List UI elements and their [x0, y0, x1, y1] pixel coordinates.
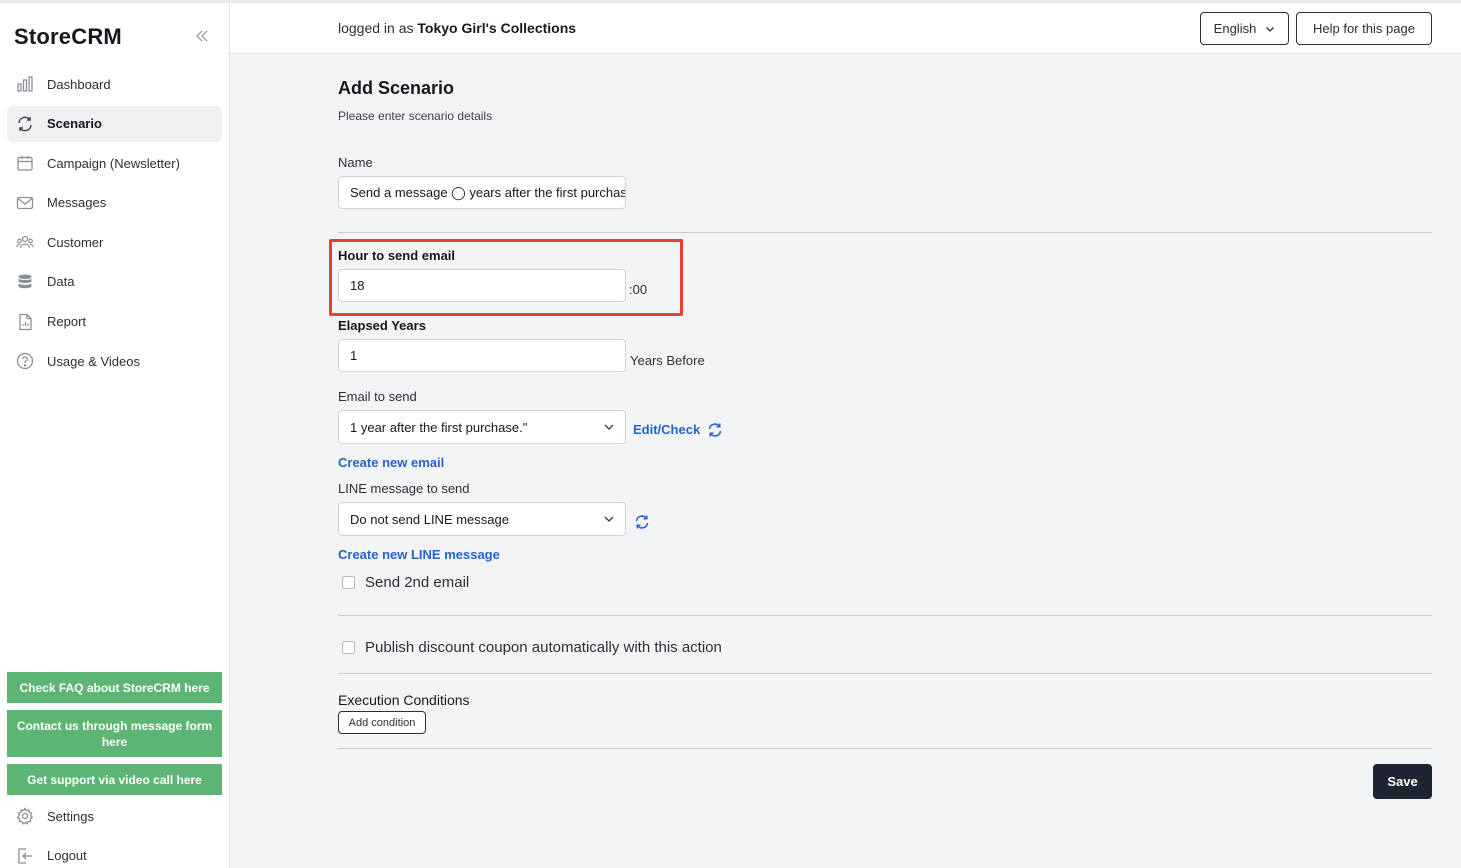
chevron-down-icon [603, 421, 615, 433]
create-line-link[interactable]: Create new LINE message [338, 547, 500, 562]
coupon-row[interactable]: Publish discount coupon automatically wi… [338, 639, 722, 656]
sidebar-item-customer[interactable]: Customer [7, 224, 222, 260]
sidebar-item-data[interactable]: Data [7, 264, 222, 300]
sidebar-item-dashboard[interactable]: Dashboard [7, 66, 222, 102]
sidebar-item-report[interactable]: Report [7, 304, 222, 340]
page-title: Add Scenario [338, 78, 455, 98]
coupon-label: Publish discount coupon automatically wi… [365, 639, 722, 656]
help-page-button[interactable]: Help for this page [1296, 12, 1432, 45]
mail-icon [15, 193, 35, 213]
sidebar-item-label: Campaign (Newsletter) [47, 155, 180, 171]
name-input[interactable]: Send a message ◯ years after the first p… [338, 176, 626, 209]
video-call-button[interactable]: Get support via video call here [7, 764, 222, 795]
bar-chart-icon [15, 74, 35, 94]
page-subtitle: Please enter scenario details [338, 109, 493, 123]
logout-icon [15, 846, 35, 866]
second-email-checkbox[interactable] [342, 576, 355, 589]
chevron-down-icon [603, 513, 615, 525]
sidebar-item-campaign[interactable]: Campaign (Newsletter) [7, 145, 222, 181]
gear-icon [15, 806, 35, 826]
logged-in-prefix: logged in as [338, 20, 414, 36]
report-icon [15, 312, 35, 332]
sidebar-item-label: Report [47, 314, 87, 330]
sidebar-item-settings[interactable]: Settings [7, 798, 222, 834]
sidebar-item-messages[interactable]: Messages [7, 185, 222, 221]
top-bar: logged in as Tokyo Girl's Collections En… [230, 0, 1461, 54]
divider [338, 232, 1432, 233]
refresh-icon[interactable] [707, 422, 723, 438]
divider [338, 615, 1432, 616]
language-label: English [1213, 21, 1257, 36]
sidebar-item-logout[interactable]: Logout [7, 838, 222, 868]
users-icon [15, 232, 35, 252]
divider [338, 748, 1432, 749]
years-suffix: Years Before [630, 353, 705, 368]
edit-check-link[interactable]: Edit/Check [633, 422, 700, 437]
sidebar-item-label: Settings [47, 808, 94, 824]
sidebar-item-scenario[interactable]: Scenario [7, 105, 222, 142]
chevron-down-icon [1265, 24, 1275, 34]
line-select[interactable]: Do not send LINE message [338, 502, 626, 536]
sidebar-item-label: Customer [47, 234, 104, 250]
create-email-link[interactable]: Create new email [338, 455, 444, 470]
sidebar-item-label: Messages [47, 195, 107, 211]
contact-form-button[interactable]: Contact us through message form here [7, 710, 222, 757]
collapse-sidebar-icon[interactable] [193, 27, 211, 45]
second-email-label: Send 2nd email [365, 574, 470, 591]
sidebar-nav: Dashboard Scenario Campaign (Newsletter)… [7, 66, 222, 383]
refresh-icon[interactable] [634, 514, 650, 530]
elapsed-years-input[interactable]: 1 [338, 339, 626, 372]
sidebar-item-usage-videos[interactable]: Usage & Videos [7, 343, 222, 379]
language-select[interactable]: English [1200, 12, 1289, 45]
faq-button[interactable]: Check FAQ about StoreCRM here [7, 672, 222, 703]
store-name: Tokyo Girl's Collections [417, 20, 577, 36]
add-condition-button[interactable]: Add condition [338, 711, 426, 734]
sidebar-item-label: Usage & Videos [47, 353, 140, 369]
line-select-value: Do not send LINE message [350, 511, 509, 527]
help-icon [15, 351, 35, 371]
sidebar-bottom-nav: Settings Logout [7, 798, 222, 868]
email-select-value: 1 year after the first purchase." [350, 419, 528, 435]
email-select[interactable]: 1 year after the first purchase." [338, 410, 626, 444]
conditions-title: Execution Conditions [338, 692, 470, 708]
save-button[interactable]: Save [1373, 764, 1432, 799]
logged-in-text: logged in as Tokyo Girl's Collections [338, 20, 576, 36]
line-label: LINE message to send [338, 481, 470, 496]
highlight-box [329, 239, 683, 316]
refresh-icon [15, 114, 35, 134]
divider [338, 673, 1432, 674]
sidebar-item-label: Scenario [47, 116, 102, 132]
second-email-row[interactable]: Send 2nd email [338, 574, 469, 591]
elapsed-years-label: Elapsed Years [338, 318, 426, 333]
email-label: Email to send [338, 389, 417, 404]
database-icon [15, 272, 35, 292]
app-logo: StoreCRM [14, 24, 122, 49]
name-label: Name [338, 155, 373, 170]
sidebar-item-label: Logout [47, 848, 87, 864]
calendar-icon [15, 153, 35, 173]
sidebar-item-label: Data [47, 274, 75, 290]
coupon-checkbox[interactable] [342, 641, 355, 654]
sidebar: StoreCRM Dashboard Scenario Campaign (Ne… [0, 0, 230, 868]
sidebar-item-label: Dashboard [47, 76, 111, 92]
